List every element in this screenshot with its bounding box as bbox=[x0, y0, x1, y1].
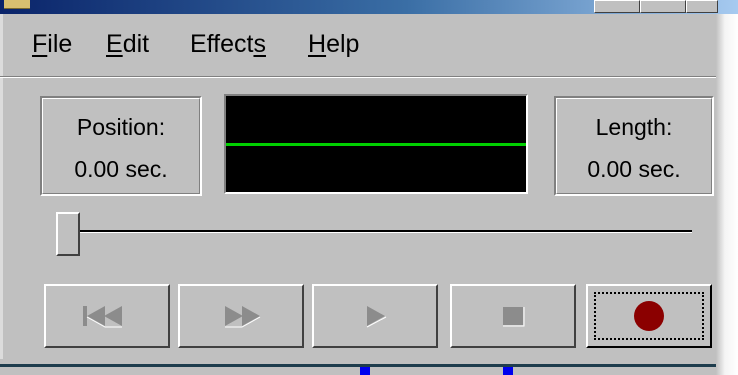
background-edge bbox=[716, 14, 738, 375]
length-label: Length: bbox=[595, 114, 673, 140]
focus-indicator bbox=[594, 292, 704, 340]
menu-effects[interactable]: Effects bbox=[190, 30, 266, 59]
waveform-display bbox=[224, 94, 528, 194]
menu-edit[interactable]: Edit bbox=[106, 30, 149, 59]
stop-icon bbox=[503, 307, 525, 327]
seek-to-end-icon bbox=[225, 306, 261, 328]
menu-file[interactable]: File bbox=[32, 30, 72, 59]
position-label: Position: bbox=[76, 114, 166, 140]
play-icon bbox=[366, 306, 387, 328]
record-button[interactable] bbox=[586, 284, 712, 348]
menu-help[interactable]: Help bbox=[308, 30, 359, 59]
length-panel: Length: 0.00 sec. bbox=[554, 96, 714, 196]
seek-to-start-icon bbox=[83, 306, 122, 328]
title-bar bbox=[0, 0, 738, 14]
menu-separator bbox=[0, 76, 738, 78]
seek-slider-thumb[interactable] bbox=[56, 212, 80, 256]
play-button[interactable] bbox=[312, 284, 438, 348]
stop-button[interactable] bbox=[450, 284, 576, 348]
maximize-button[interactable] bbox=[640, 0, 686, 13]
background-mark bbox=[503, 367, 513, 375]
position-value: 0.00 sec. bbox=[74, 156, 168, 182]
app-icon bbox=[4, 0, 30, 9]
seek-to-start-button[interactable] bbox=[44, 284, 170, 348]
seek-to-end-button[interactable] bbox=[178, 284, 304, 348]
seek-slider-track[interactable] bbox=[72, 230, 692, 233]
background-mark bbox=[360, 367, 370, 375]
length-value: 0.00 sec. bbox=[587, 156, 681, 182]
window-bottom-border bbox=[0, 364, 716, 367]
position-panel: Position: 0.00 sec. bbox=[40, 96, 202, 196]
waveform-line bbox=[226, 143, 526, 146]
minimize-button[interactable] bbox=[594, 0, 640, 13]
close-button[interactable] bbox=[686, 0, 718, 13]
window-border-left bbox=[0, 14, 3, 359]
